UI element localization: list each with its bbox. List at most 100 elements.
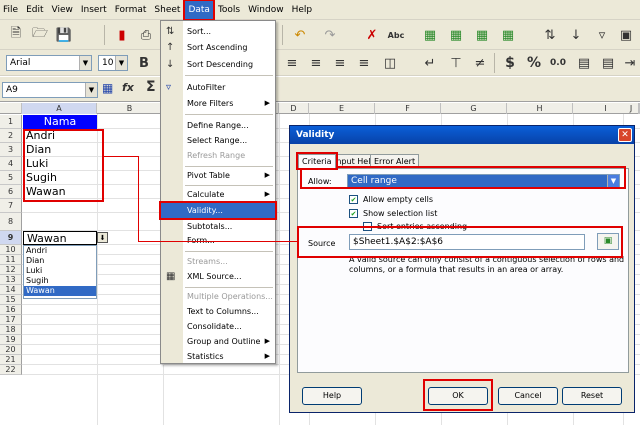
menu-edit[interactable]: Edit <box>23 1 46 19</box>
menu-item-select-range[interactable]: Select Range... <box>161 133 275 148</box>
list-option[interactable]: Dian <box>24 256 96 266</box>
tab-criteria[interactable]: Criteria <box>296 152 338 170</box>
column-header[interactable]: A <box>22 103 97 114</box>
percent-icon[interactable]: % <box>524 53 544 73</box>
list-option[interactable]: Sugih <box>24 276 96 286</box>
menu-item-pivot-table[interactable]: Pivot Table ▶ <box>161 168 275 183</box>
row-header[interactable]: 17 <box>0 315 22 325</box>
column-header[interactable]: J <box>623 103 640 114</box>
show-list-checkbox[interactable]: ✔ <box>349 209 358 218</box>
redo-icon[interactable]: ↷ <box>320 25 340 45</box>
column-header[interactable]: H <box>507 103 573 114</box>
cell-a3[interactable]: Dian <box>23 143 97 157</box>
clear-formatting-icon[interactable]: ✗ <box>362 25 382 45</box>
row-header[interactable]: 6 <box>0 185 22 199</box>
cell-a4[interactable]: Luki <box>23 157 97 171</box>
allow-select[interactable]: Cell range ▼ <box>347 174 620 188</box>
sort-descending-icon[interactable]: ↓ <box>566 25 586 45</box>
column-header[interactable]: F <box>375 103 441 114</box>
row-header[interactable]: 14 <box>0 285 22 295</box>
column-header[interactable]: E <box>309 103 375 114</box>
tab-error-alert[interactable]: Error Alert <box>370 154 420 168</box>
save-icon[interactable]: 💾 <box>54 25 74 45</box>
menu-item-validity[interactable]: Validity... <box>159 201 277 220</box>
menu-item-subtotals[interactable]: Subtotals... <box>161 219 275 234</box>
menu-insert[interactable]: Insert <box>78 1 110 19</box>
delete-decimal-icon[interactable]: ▤ <box>598 53 618 73</box>
list-option[interactable]: Andri <box>24 246 96 256</box>
bold-icon[interactable]: B <box>134 53 154 73</box>
menu-item-statistics[interactable]: Statistics ▶ <box>161 349 275 364</box>
cell-a2[interactable]: Andri <box>23 129 97 143</box>
spellcheck-icon[interactable]: Abc <box>386 25 406 45</box>
menu-item-sort-descending[interactable]: ↓ Sort Descending <box>161 57 275 72</box>
insert-columns-icon[interactable]: ▦ <box>446 25 466 45</box>
delete-columns-icon[interactable]: ▦ <box>498 25 518 45</box>
column-header[interactable]: B <box>97 103 163 114</box>
row-header[interactable]: 20 <box>0 345 22 355</box>
align-top-icon[interactable]: ⊤ <box>446 53 466 73</box>
row-header[interactable]: 21 <box>0 355 22 365</box>
column-header[interactable]: G <box>441 103 507 114</box>
new-icon[interactable]: 🗎 <box>6 25 26 45</box>
list-dropdown-arrow-icon[interactable]: ⬇ <box>97 232 108 243</box>
menu-item-xml-source[interactable]: ▦ XML Source... <box>161 269 275 284</box>
print-icon[interactable]: ⎙ <box>136 25 156 45</box>
align-middle-icon[interactable]: ≠ <box>470 53 490 73</box>
insert-rows-icon[interactable]: ▦ <box>420 25 440 45</box>
corner-select-all[interactable] <box>0 103 22 114</box>
row-header[interactable]: 18 <box>0 325 22 335</box>
row-header[interactable]: 11 <box>0 255 22 265</box>
menu-item-text-to-columns[interactable]: Text to Columns... <box>161 304 275 319</box>
menu-view[interactable]: View <box>49 1 76 19</box>
menu-item-define-range[interactable]: Define Range... <box>161 118 275 133</box>
menu-format[interactable]: Format <box>112 1 150 19</box>
menu-tools[interactable]: Tools <box>215 1 243 19</box>
function-wizard-icon[interactable]: ▦ <box>102 81 113 95</box>
cell-a6[interactable]: Wawan <box>23 185 97 199</box>
row-header[interactable]: 10 <box>0 245 22 255</box>
cell-a5[interactable]: Sugih <box>23 171 97 185</box>
menu-sheet[interactable]: Sheet <box>151 1 183 19</box>
list-option[interactable]: Luki <box>24 266 96 276</box>
row-header[interactable]: 16 <box>0 305 22 315</box>
row-header[interactable]: 5 <box>0 171 22 185</box>
row-header[interactable]: 4 <box>0 157 22 171</box>
merge-cells-icon[interactable]: ◫ <box>380 53 400 73</box>
currency-icon[interactable]: $ <box>500 53 520 73</box>
row-header[interactable]: 1 <box>0 115 22 129</box>
add-decimal-icon[interactable]: ▤ <box>574 53 594 73</box>
source-input[interactable]: $Sheet1.$A$2:$A$6 <box>349 234 585 250</box>
row-header[interactable]: 2 <box>0 129 22 143</box>
row-header[interactable]: 9 <box>0 231 22 245</box>
row-header[interactable]: 12 <box>0 265 22 275</box>
menu-item-form[interactable]: Form... <box>161 233 275 248</box>
sort-icon[interactable]: ⇅ <box>540 25 560 45</box>
menu-file[interactable]: File <box>0 1 21 19</box>
wrap-text-icon[interactable]: ↵ <box>420 53 440 73</box>
menu-window[interactable]: Window <box>245 1 287 19</box>
menu-item-consolidate[interactable]: Consolidate... <box>161 319 275 334</box>
insert-image-icon[interactable]: ▣ <box>616 25 636 45</box>
align-center-icon[interactable]: ≡ <box>306 53 326 73</box>
indent-icon[interactable]: ⇥ <box>620 53 640 73</box>
cell-a9[interactable]: Wawan <box>23 231 97 245</box>
list-option[interactable]: Wawan <box>24 286 96 296</box>
help-button[interactable]: Help <box>302 387 362 405</box>
sum-icon[interactable]: Σ <box>146 79 156 95</box>
row-header[interactable]: 19 <box>0 335 22 345</box>
align-right-icon[interactable]: ≡ <box>330 53 350 73</box>
shrink-range-icon[interactable]: ▣ <box>597 233 619 250</box>
autofilter-icon[interactable]: ▿ <box>592 25 612 45</box>
font-name-combo[interactable]: Arial ▼ <box>6 55 92 71</box>
justify-icon[interactable]: ≡ <box>354 53 374 73</box>
menu-item-group-outline[interactable]: Group and Outline ▶ <box>161 334 275 349</box>
reset-button[interactable]: Reset <box>562 387 622 405</box>
undo-icon[interactable]: ↶ <box>290 25 310 45</box>
menu-data[interactable]: Data <box>183 0 215 21</box>
menu-item-calculate[interactable]: Calculate ▶ <box>161 187 275 202</box>
menu-help[interactable]: Help <box>289 1 316 19</box>
close-icon[interactable]: ✕ <box>618 128 632 142</box>
row-header[interactable]: 7 <box>0 199 22 213</box>
menu-item-more-filters[interactable]: More Filters ▶ <box>161 96 275 111</box>
